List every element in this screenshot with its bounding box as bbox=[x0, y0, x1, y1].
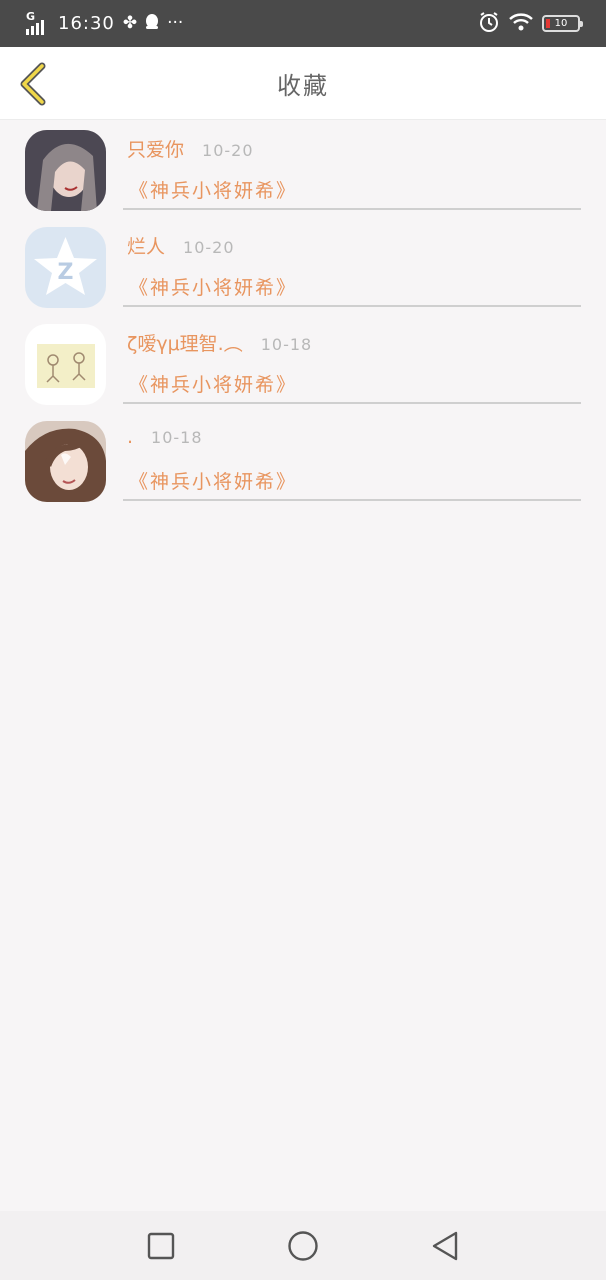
favorite-info: 只爱你 10-20 《神兵小将妍希》 bbox=[123, 121, 581, 210]
favorite-info: ζ嗳γμ理智.︵ 10-18 《神兵小将妍希》 bbox=[123, 315, 581, 404]
user-name: ζ嗳γμ理智.︵ bbox=[127, 333, 243, 355]
qq-penguin-icon bbox=[145, 13, 159, 35]
user-name: . bbox=[127, 426, 134, 448]
recents-button[interactable] bbox=[141, 1226, 181, 1266]
list-item[interactable]: Z 烂人 10-20 《神兵小将妍希》 bbox=[0, 218, 606, 315]
favorite-date: 10-18 bbox=[260, 335, 313, 354]
system-nav-bar bbox=[0, 1211, 606, 1280]
favorite-date: 10-20 bbox=[202, 141, 254, 160]
back-triangle-icon bbox=[432, 1231, 458, 1260]
work-title[interactable]: 《神兵小将妍希》 bbox=[129, 467, 297, 494]
user-name: 烂人 bbox=[127, 236, 166, 258]
home-button[interactable] bbox=[283, 1226, 323, 1266]
list-item[interactable]: . 10-18 《神兵小将妍希》 bbox=[0, 412, 606, 509]
favorite-info: . 10-18 《神兵小将妍希》 bbox=[123, 412, 581, 501]
back-button[interactable] bbox=[16, 61, 50, 107]
alarm-icon bbox=[478, 11, 500, 37]
avatar[interactable] bbox=[25, 421, 106, 502]
recents-square-icon bbox=[147, 1232, 175, 1259]
home-circle-icon bbox=[288, 1230, 318, 1261]
favorite-date: 10-18 bbox=[151, 428, 203, 447]
work-title[interactable]: 《神兵小将妍希》 bbox=[129, 273, 297, 300]
user-name: 只爱你 bbox=[127, 139, 185, 161]
favorite-date: 10-20 bbox=[183, 238, 235, 257]
app-header: 收藏 bbox=[0, 47, 606, 120]
list-item[interactable]: 只爱你 10-20 《神兵小将妍希》 bbox=[0, 121, 606, 218]
status-bar: G 16:30 ✤ ··· 10 bbox=[0, 0, 606, 47]
work-title[interactable]: 《神兵小将妍希》 bbox=[129, 176, 297, 203]
clock: 16:30 bbox=[58, 13, 115, 34]
favorites-list: 只爱你 10-20 《神兵小将妍希》 Z 烂人 10-20 《神兵小将妍希》 ζ… bbox=[0, 121, 606, 509]
avatar[interactable] bbox=[25, 130, 106, 211]
list-item[interactable]: ζ嗳γμ理智.︵ 10-18 《神兵小将妍希》 bbox=[0, 315, 606, 412]
pinwheel-icon: ✤ bbox=[122, 13, 138, 33]
wifi-icon bbox=[508, 12, 534, 36]
favorite-info: 烂人 10-20 《神兵小将妍希》 bbox=[123, 218, 581, 307]
page-title: 收藏 bbox=[277, 71, 329, 100]
battery-level: 10 bbox=[554, 18, 568, 29]
status-left: G 16:30 ✤ ··· bbox=[26, 10, 184, 35]
nav-back-button[interactable] bbox=[425, 1226, 465, 1266]
avatar[interactable]: Z bbox=[25, 227, 106, 308]
work-title[interactable]: 《神兵小将妍希》 bbox=[129, 370, 297, 397]
battery-icon: 10 bbox=[542, 15, 583, 32]
avatar[interactable] bbox=[25, 324, 106, 405]
status-right: 10 bbox=[478, 11, 583, 37]
chevron-left-icon bbox=[20, 62, 46, 106]
more-dots-icon: ··· bbox=[167, 13, 184, 33]
svg-text:Z: Z bbox=[58, 260, 74, 285]
signal-icon: G bbox=[26, 10, 50, 35]
